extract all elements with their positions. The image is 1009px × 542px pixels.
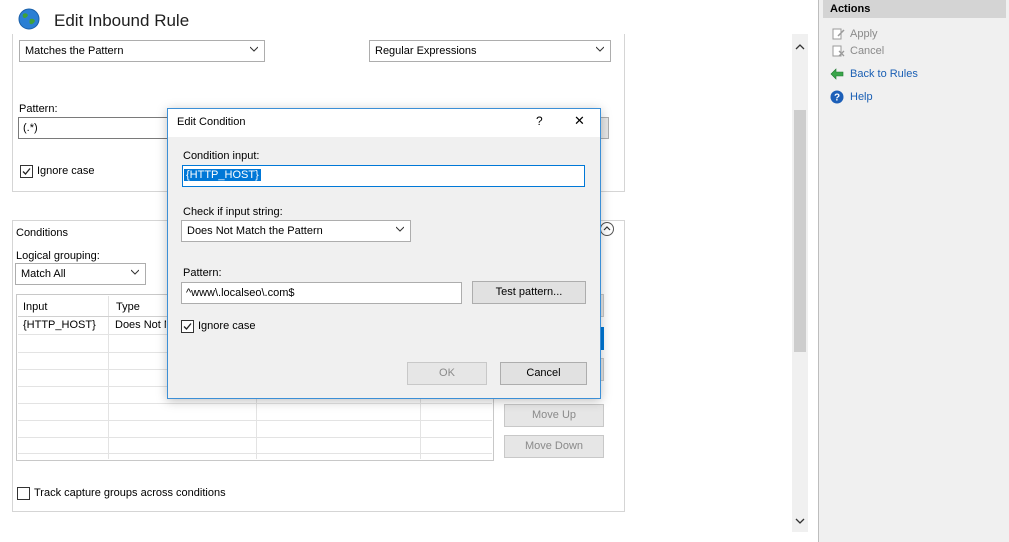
- action-back-label: Back to Rules: [850, 68, 918, 80]
- column-header-input: Input: [23, 301, 48, 313]
- dialog-pattern-label: Pattern:: [183, 267, 222, 279]
- dialog-ignore-case-label: Ignore case: [198, 320, 256, 332]
- action-apply-label: Apply: [850, 28, 878, 40]
- condition-input-field[interactable]: {HTTP_HOST}: [182, 165, 585, 187]
- dialog-help-button[interactable]: ?: [536, 114, 543, 128]
- row-divider: [18, 453, 492, 454]
- scroll-thumb[interactable]: [794, 110, 806, 352]
- apply-icon: [832, 28, 845, 40]
- action-help[interactable]: ? Help: [830, 90, 873, 104]
- action-help-label: Help: [850, 91, 873, 103]
- cancel-icon: [832, 45, 845, 57]
- svg-text:?: ?: [834, 93, 840, 104]
- ignore-case-label: Ignore case: [37, 165, 95, 177]
- pattern-input-right-edge: [600, 117, 609, 139]
- logical-grouping-label: Logical grouping:: [16, 250, 100, 262]
- globe-icon: [18, 8, 40, 30]
- ok-button[interactable]: OK: [407, 362, 487, 385]
- action-cancel-label: Cancel: [850, 45, 885, 57]
- action-apply[interactable]: Apply: [832, 28, 878, 40]
- row-type-cell: Does Not Match the Pattern: [115, 319, 166, 331]
- move-down-button[interactable]: Move Down: [504, 435, 604, 458]
- using-value: Regular Expressions: [375, 45, 477, 57]
- check-input-label: Check if input string:: [183, 206, 283, 218]
- scroll-up-arrow[interactable]: [792, 40, 808, 54]
- action-back-to-rules[interactable]: Back to Rules: [830, 68, 918, 80]
- requested-url-value: Matches the Pattern: [25, 45, 124, 57]
- test-pattern-button[interactable]: Test pattern...: [472, 281, 586, 304]
- dialog-pattern-value: ^www\.localseo\.com$: [186, 287, 295, 299]
- collapse-icon[interactable]: [600, 222, 614, 236]
- page-title: Edit Inbound Rule: [54, 11, 190, 30]
- check-input-value: Does Not Match the Pattern: [187, 225, 323, 237]
- logical-grouping-value: Match All: [21, 268, 66, 280]
- action-cancel[interactable]: Cancel: [832, 45, 885, 57]
- check-input-select[interactable]: Does Not Match the Pattern: [181, 220, 411, 242]
- pattern-value: (.*): [23, 122, 38, 134]
- row-divider: [18, 403, 492, 404]
- conditions-title: Conditions: [16, 227, 68, 239]
- requested-url-select[interactable]: Matches the Pattern: [19, 40, 265, 62]
- track-capture-checkbox[interactable]: [17, 487, 30, 500]
- logical-grouping-select[interactable]: Match All: [15, 263, 146, 285]
- row-divider: [18, 437, 492, 438]
- dialog-close-button[interactable]: ✕: [574, 113, 585, 129]
- back-arrow-icon: [830, 68, 844, 80]
- condition-input-value: {HTTP_HOST}: [184, 169, 261, 181]
- table-row[interactable]: {HTTP_HOST} Does Not Match the Pattern: [18, 317, 166, 334]
- track-capture-label: Track capture groups across conditions: [34, 487, 226, 499]
- chevron-down-icon: [596, 46, 604, 52]
- pattern-label: Pattern:: [19, 103, 58, 115]
- scroll-down-arrow[interactable]: [792, 514, 808, 528]
- using-select[interactable]: Regular Expressions: [369, 40, 611, 62]
- cancel-button[interactable]: Cancel: [500, 362, 587, 385]
- move-up-button[interactable]: Move Up: [504, 404, 604, 427]
- chevron-down-icon: [250, 46, 258, 52]
- chevron-down-icon: [131, 269, 139, 275]
- side-button-focus-edge: [601, 327, 604, 350]
- row-divider: [18, 420, 492, 421]
- dialog-title: Edit Condition: [177, 116, 246, 128]
- actions-title: Actions: [830, 3, 871, 15]
- chevron-down-icon: [396, 226, 404, 232]
- row-input-cell: {HTTP_HOST}: [23, 319, 96, 331]
- dialog-pattern-input[interactable]: ^www\.localseo\.com$: [181, 282, 462, 304]
- ignore-case-checkbox[interactable]: [20, 165, 33, 178]
- actions-pane: [818, 0, 1009, 542]
- column-header-type: Type: [116, 301, 140, 313]
- help-icon: ?: [830, 90, 844, 104]
- dialog-ignore-case-checkbox[interactable]: [181, 320, 194, 333]
- pattern-input[interactable]: (.*): [18, 117, 178, 139]
- condition-input-label: Condition input:: [183, 150, 260, 162]
